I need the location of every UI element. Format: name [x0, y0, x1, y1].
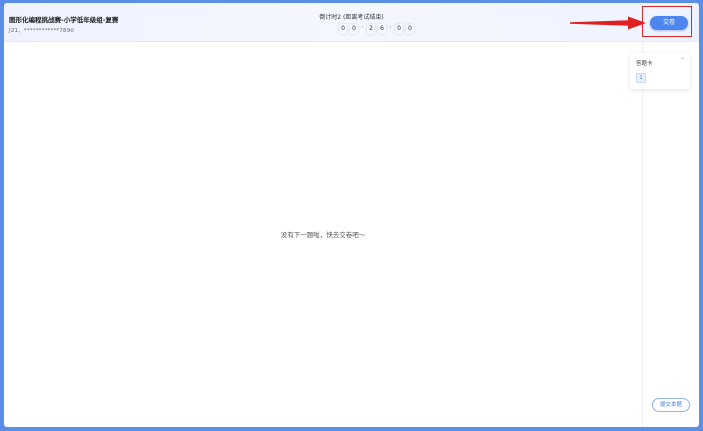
- exam-id: J21、************7890: [9, 28, 75, 34]
- no-more-questions-message: 没有下一题啦，快去交卷吧～: [280, 231, 366, 239]
- red-arrow-annotation-icon: [570, 16, 646, 30]
- timer-digit: 0: [406, 24, 414, 34]
- chevron-up-icon[interactable]: ⌃: [680, 57, 685, 64]
- timer-separator: ': [389, 26, 392, 32]
- timer-digit: 0: [350, 24, 358, 34]
- content-divider: [642, 41, 643, 427]
- highlight-annotation-box: [642, 6, 692, 37]
- answer-card-title: 答题卡: [636, 61, 653, 67]
- answer-card-panel: 答题卡 ⌃ 1: [630, 53, 690, 89]
- answer-card-item[interactable]: 1: [636, 73, 646, 83]
- timer-digit: 0: [339, 24, 347, 34]
- timer-digit: 0: [395, 24, 403, 34]
- countdown-timer: 0 0 ' 2 6 ' 0 0: [339, 24, 414, 34]
- exam-window: 图形化编程挑战赛-小学低年级组-复赛 J21、************7890 …: [4, 3, 699, 427]
- submit-question-button[interactable]: 提交本题: [652, 398, 690, 412]
- timer-separator: ': [361, 26, 364, 32]
- timer-digit: 6: [378, 24, 386, 34]
- timer-digit: 2: [367, 24, 375, 34]
